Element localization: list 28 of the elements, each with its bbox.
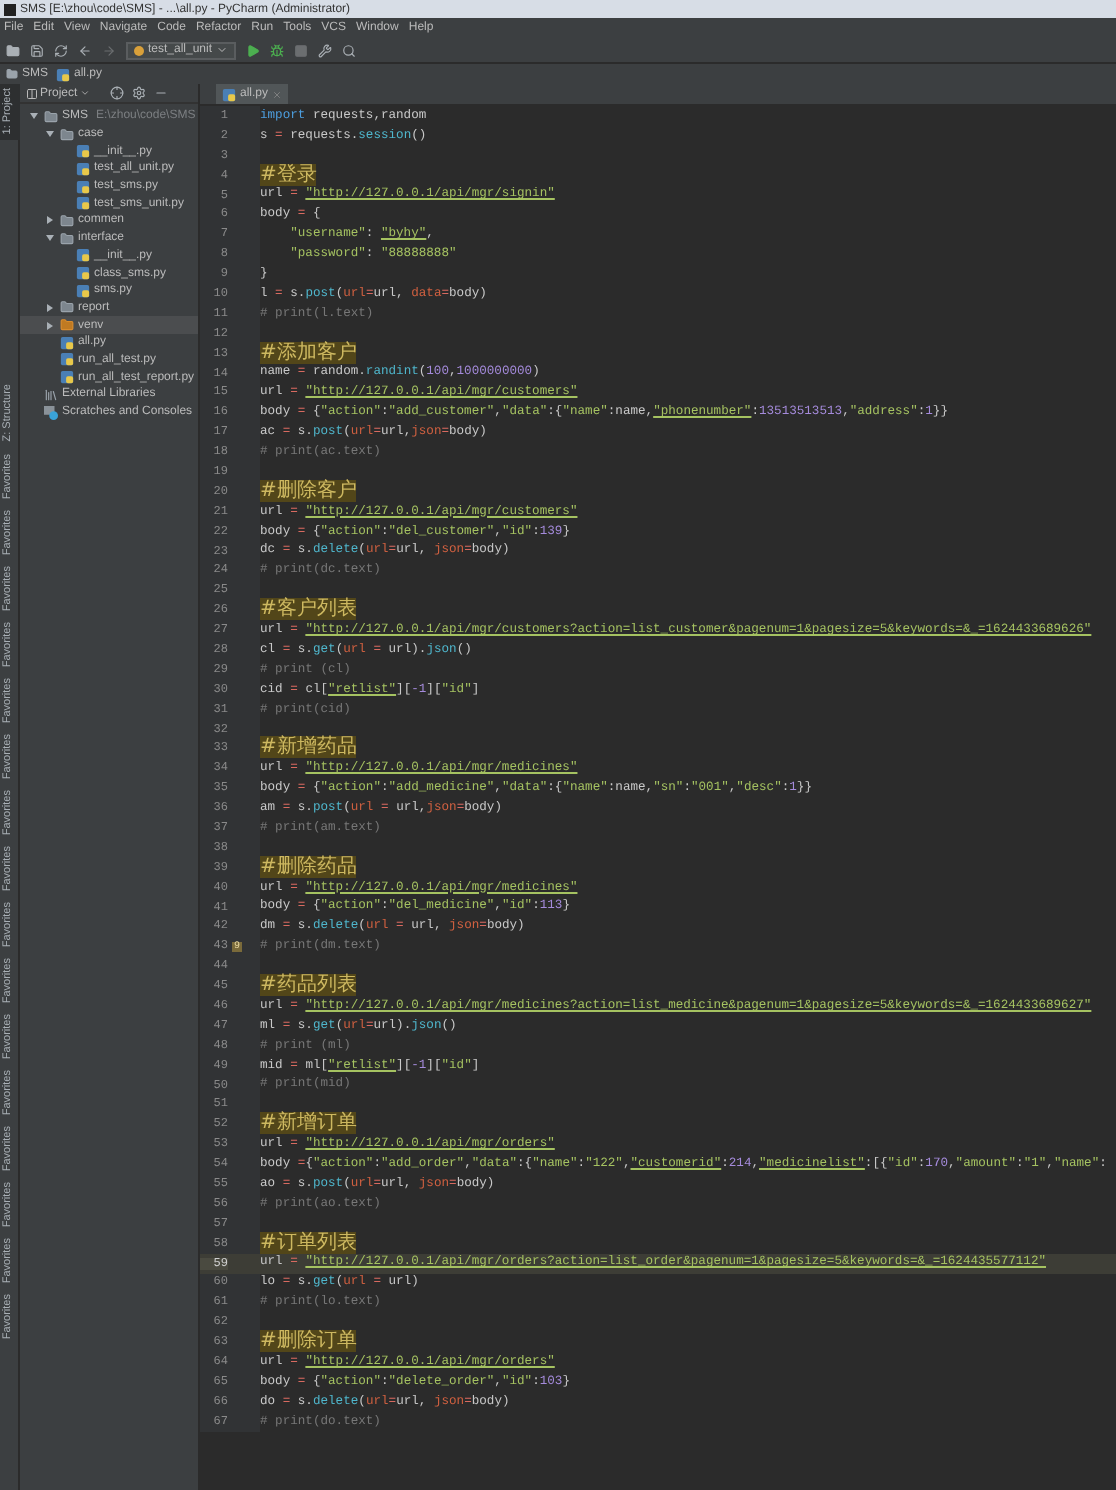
- folder-icon: [60, 318, 74, 333]
- console-icon: [44, 405, 58, 420]
- refresh-icon[interactable]: [54, 43, 68, 57]
- caret-icon: [79, 88, 90, 98]
- panel-icon: [26, 87, 38, 99]
- folder-icon: [60, 300, 74, 315]
- folder-icon: [44, 109, 58, 124]
- settings-icon[interactable]: [131, 86, 146, 100]
- save-icon[interactable]: [30, 43, 44, 57]
- open-folder-icon[interactable]: [6, 43, 20, 57]
- target-icon[interactable]: [109, 86, 124, 100]
- wrench-icon[interactable]: [318, 43, 333, 57]
- caret-icon: [216, 44, 229, 56]
- expanded-arrow-icon[interactable]: [46, 234, 54, 243]
- folder-icon: [60, 213, 74, 228]
- debug-icon[interactable]: [270, 43, 285, 57]
- folder-icon: [60, 231, 74, 246]
- collapsed-arrow-icon[interactable]: [46, 216, 54, 225]
- search-icon[interactable]: [342, 43, 357, 57]
- library-icon: [44, 387, 58, 402]
- app-icon: [4, 3, 16, 15]
- folder-icon: [6, 68, 18, 80]
- back-icon[interactable]: [78, 43, 92, 57]
- hide-icon[interactable]: [153, 86, 168, 100]
- python-file-icon: [222, 87, 236, 101]
- folder-icon: [60, 127, 74, 142]
- run-icon[interactable]: [246, 43, 261, 57]
- python-file-icon: [56, 67, 71, 81]
